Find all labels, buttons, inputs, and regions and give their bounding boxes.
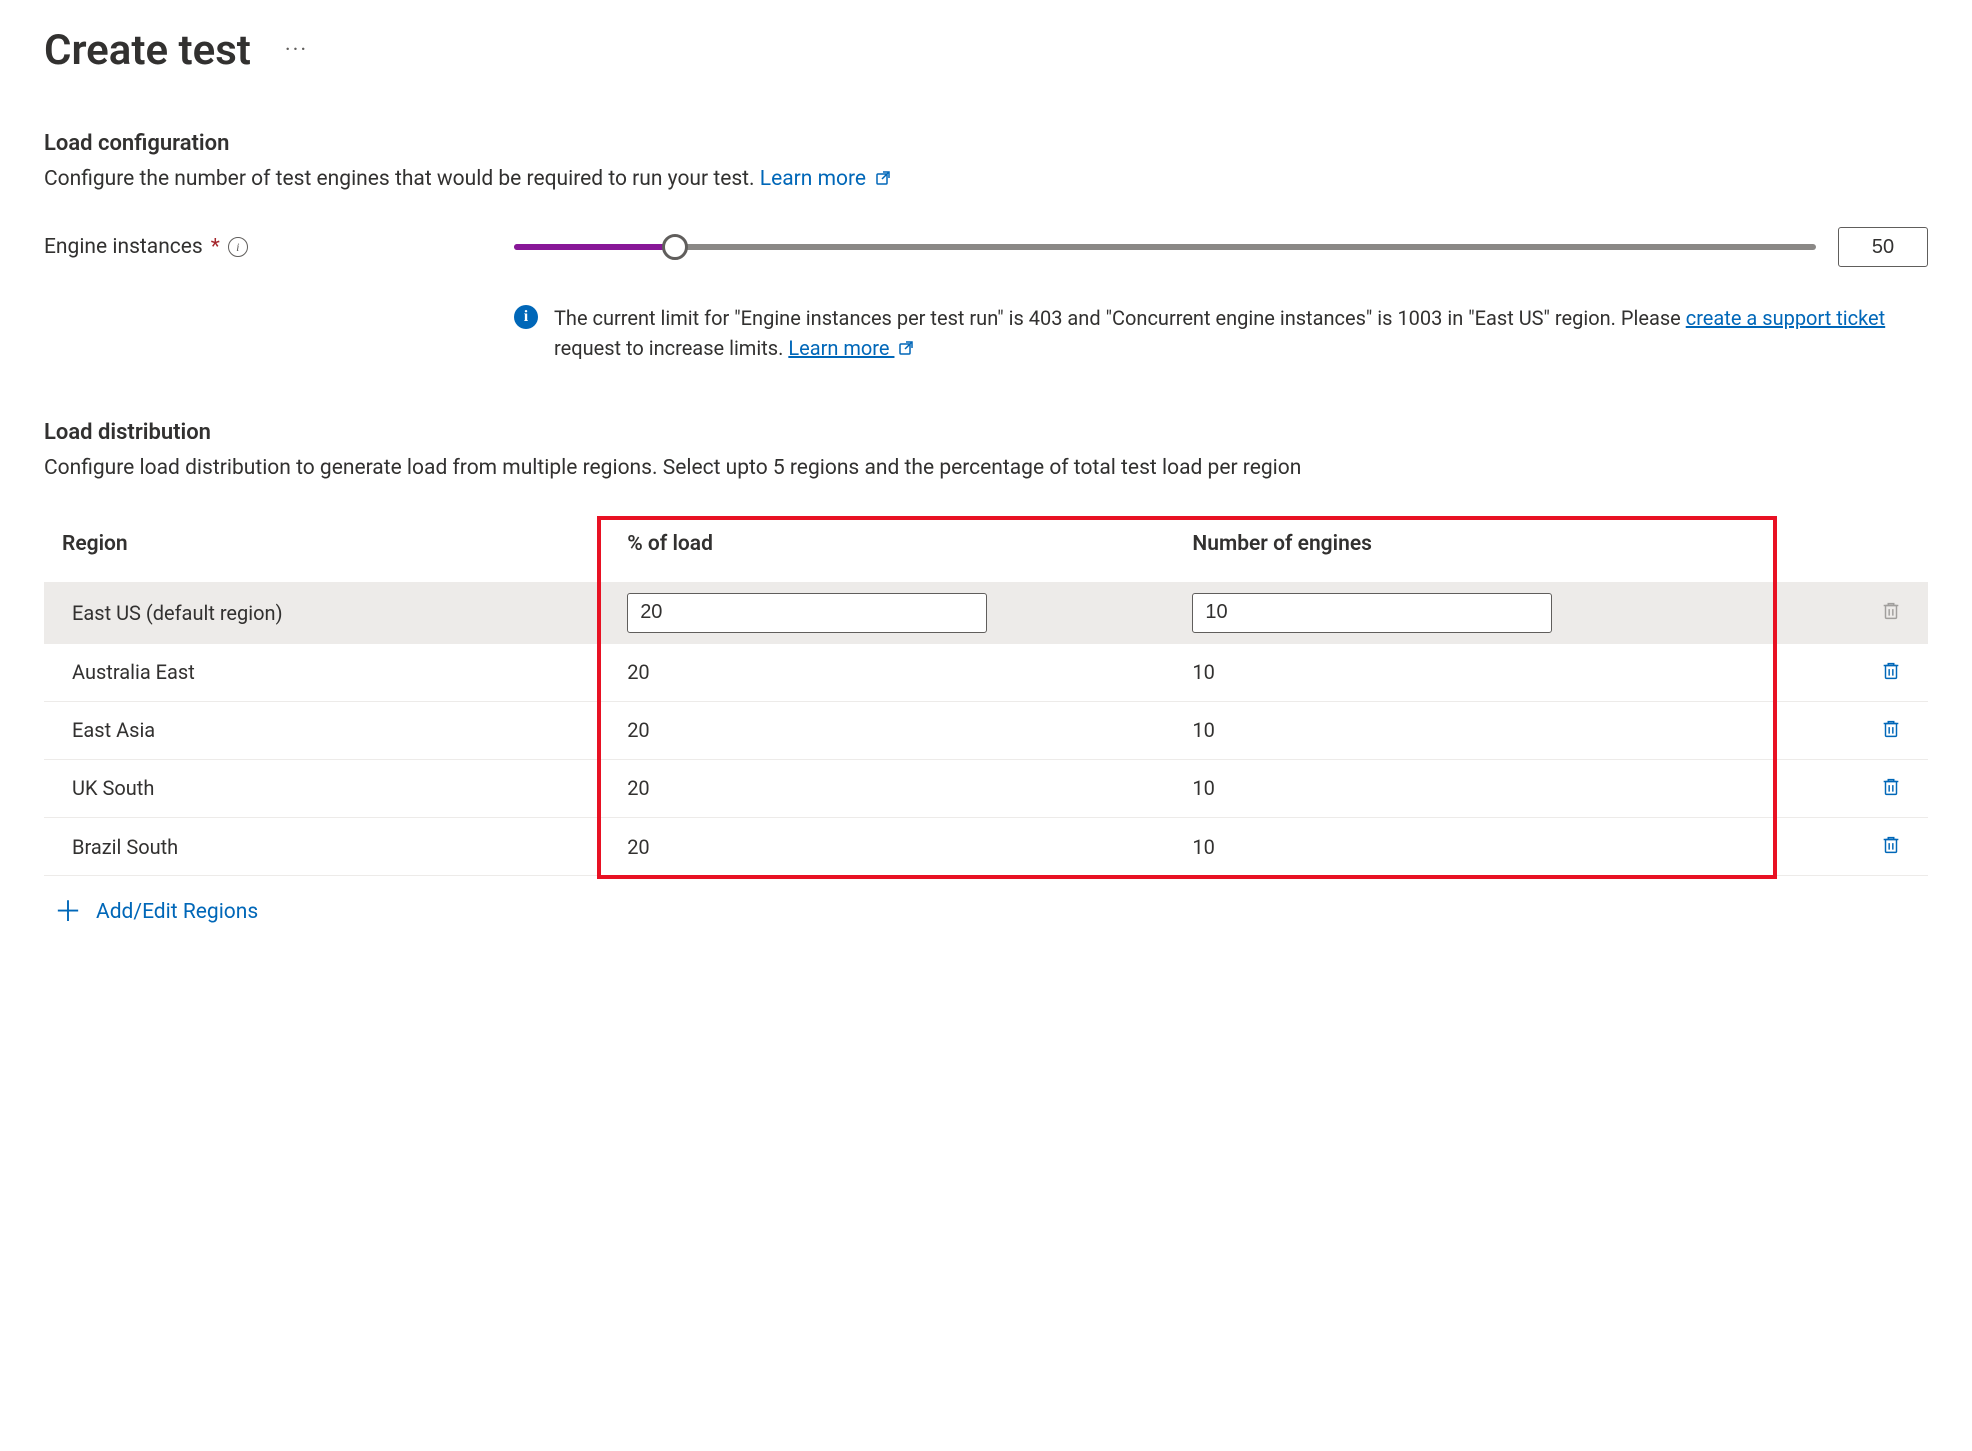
plus-icon: ＋ xyxy=(54,898,82,926)
region-cell: UK South xyxy=(44,759,609,817)
percent-load-cell: 20 xyxy=(609,817,1174,875)
delete-region-button[interactable] xyxy=(1878,773,1904,801)
add-edit-regions-label: Add/Edit Regions xyxy=(96,900,258,924)
learn-more-text: Learn more xyxy=(760,167,866,191)
limits-learn-more-link[interactable]: Learn more xyxy=(788,336,914,360)
delete-region-button[interactable] xyxy=(1878,657,1904,685)
engine-instances-input[interactable] xyxy=(1838,227,1928,267)
required-indicator: * xyxy=(211,235,220,259)
create-support-ticket-link[interactable]: create a support ticket xyxy=(1686,306,1885,330)
load-config-description: Configure the number of test engines tha… xyxy=(44,164,1928,195)
region-cell: Brazil South xyxy=(44,817,609,875)
region-cell: Australia East xyxy=(44,643,609,701)
page-title: Create test xyxy=(44,26,251,75)
info-banner-icon: i xyxy=(514,305,538,329)
number-engines-cell: 10 xyxy=(1174,817,1777,875)
load-config-learn-more-link[interactable]: Learn more xyxy=(760,167,891,191)
info-icon[interactable]: i xyxy=(228,237,248,257)
add-edit-regions-button[interactable]: ＋ Add/Edit Regions xyxy=(44,875,1928,932)
engine-instances-slider[interactable] xyxy=(514,235,1816,259)
column-header-load: % of load xyxy=(609,516,1174,583)
external-link-icon xyxy=(898,334,914,364)
load-distribution-heading: Load distribution xyxy=(44,420,1928,445)
load-config-heading: Load configuration xyxy=(44,131,1928,156)
column-header-actions xyxy=(1777,516,1928,583)
banner-text-1: The current limit for "Engine instances … xyxy=(554,306,1686,330)
region-cell: East Asia xyxy=(44,701,609,759)
table-row: Brazil South 20 10 xyxy=(44,817,1928,875)
number-engines-cell: 10 xyxy=(1174,759,1777,817)
number-engines-cell: 10 xyxy=(1174,643,1777,701)
table-row: East Asia 20 10 xyxy=(44,701,1928,759)
column-header-region: Region xyxy=(44,516,609,583)
percent-load-input[interactable] xyxy=(627,593,987,633)
delete-region-button[interactable] xyxy=(1878,715,1904,743)
percent-load-cell: 20 xyxy=(609,759,1174,817)
info-banner-text: The current limit for "Engine instances … xyxy=(554,303,1928,364)
learn-more-text-2: Learn more xyxy=(788,336,889,360)
region-cell: East US (default region) xyxy=(44,582,609,643)
table-row: UK South 20 10 xyxy=(44,759,1928,817)
percent-load-cell: 20 xyxy=(609,701,1174,759)
number-engines-input[interactable] xyxy=(1192,593,1552,633)
number-engines-cell: 10 xyxy=(1174,701,1777,759)
load-distribution-description: Configure load distribution to generate … xyxy=(44,453,1928,483)
load-config-desc-text: Configure the number of test engines tha… xyxy=(44,167,760,191)
engine-instances-label: Engine instances xyxy=(44,235,203,259)
delete-region-button xyxy=(1878,597,1904,625)
delete-region-button[interactable] xyxy=(1878,831,1904,859)
load-distribution-table: Region % of load Number of engines East … xyxy=(44,516,1928,876)
table-row: East US (default region) xyxy=(44,582,1928,643)
more-actions-button[interactable]: ··· xyxy=(281,34,312,67)
column-header-engines: Number of engines xyxy=(1174,516,1777,583)
external-link-icon xyxy=(875,165,891,195)
banner-text-2: request to increase limits. xyxy=(554,336,788,360)
table-row: Australia East 20 10 xyxy=(44,643,1928,701)
percent-load-cell: 20 xyxy=(609,643,1174,701)
